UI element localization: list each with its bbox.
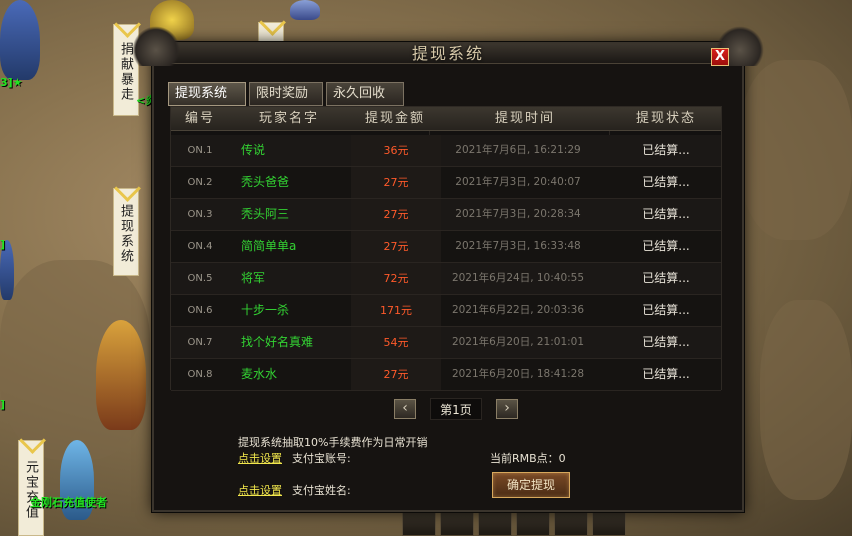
cell-player-name: 秃头阿三 [241, 207, 290, 221]
cell-player-name: 将军 [241, 271, 266, 285]
cell-time: 2021年6月20日, 18:41:28 [451, 368, 585, 380]
cell-status: 已结算... [642, 335, 690, 349]
tab-limited-reward[interactable]: 限时奖励 [249, 82, 323, 106]
cell-number: ON.3 [187, 209, 213, 220]
cell-number: ON.7 [187, 337, 213, 348]
cell-time: 2021年7月3日, 20:40:07 [455, 176, 581, 188]
cell-status: 已结算... [642, 175, 690, 189]
cell-number: ON.6 [187, 305, 213, 316]
skill-slot[interactable] [440, 512, 474, 536]
alipay-name-label: 支付宝姓名: [292, 484, 351, 497]
npc-banner-withdraw[interactable]: 提现系统 [113, 188, 139, 276]
confirm-withdraw-button[interactable]: 确定提现 [492, 472, 570, 498]
cell-time: 2021年6月22日, 20:03:36 [451, 304, 585, 316]
table-row[interactable]: ON.7 找个好名真难 54元 2021年6月20日, 21:01:01 已结算… [171, 327, 721, 359]
prev-page-button[interactable]: ‹ [394, 399, 416, 419]
cell-time: 2021年7月3日, 20:28:34 [455, 208, 581, 220]
cell-amount: 72元 [351, 263, 441, 294]
ground-patch [760, 300, 852, 500]
cell-status: 已结算... [642, 271, 690, 285]
skill-slot[interactable] [478, 512, 512, 536]
cell-amount: 54元 [351, 327, 441, 358]
npc-figure[interactable] [96, 320, 146, 430]
next-page-button[interactable]: › [496, 399, 518, 419]
cell-amount: 36元 [351, 135, 441, 166]
cell-player-name: 简简单单a [241, 239, 297, 253]
ground-patch [740, 60, 852, 240]
title-bar[interactable]: 提现系统 [132, 26, 764, 66]
npc-figure[interactable] [0, 0, 40, 80]
cell-player-name: 找个好名真难 [241, 335, 314, 349]
npc-figure[interactable] [290, 0, 320, 20]
tab-withdraw-system[interactable]: 提现系统 [168, 82, 246, 106]
cell-status: 已结算... [642, 367, 690, 381]
close-button[interactable]: X [711, 48, 729, 66]
tab-bar: 提现系统 限时奖励 永久回收 [168, 82, 404, 106]
table-row[interactable]: ON.4 简简单单a 27元 2021年7月3日, 16:33:48 已结算..… [171, 231, 721, 263]
withdraw-table: 编号 玩家名字 提现金额 提现时间 提现状态 ON.1 传说 36元 2021年… [170, 106, 722, 391]
cell-amount: 27元 [351, 167, 441, 198]
cell-player-name: 秃头爸爸 [241, 175, 290, 189]
cell-time: 2021年7月6日, 16:21:29 [455, 144, 581, 156]
cell-number: ON.2 [187, 177, 213, 188]
player-tag: ] [0, 398, 6, 411]
cell-status: 已结算... [642, 303, 690, 317]
table-row[interactable]: ON.1 传说 36元 2021年7月6日, 16:21:29 已结算... [171, 135, 721, 167]
table-body: ON.1 传说 36元 2021年7月6日, 16:21:29 已结算... O… [171, 135, 721, 391]
cell-status: 已结算... [642, 143, 690, 157]
set-name-link[interactable]: 点击设置 [238, 482, 282, 498]
header-number: 编号 [184, 111, 215, 126]
skill-slot[interactable] [516, 512, 550, 536]
player-tag: 3]★ [0, 76, 23, 89]
cell-number: ON.8 [187, 369, 213, 380]
set-account-link[interactable]: 点击设置 [238, 450, 282, 466]
table-row[interactable]: ON.6 十步一杀 171元 2021年6月22日, 20:03:36 已结算.… [171, 295, 721, 327]
cell-amount: 27元 [351, 199, 441, 230]
header-time: 提现时间 [494, 111, 555, 126]
alipay-account-label: 支付宝账号: [292, 452, 351, 465]
skill-slot[interactable] [592, 512, 626, 536]
cell-time: 2021年7月3日, 16:33:48 [455, 240, 581, 252]
tab-permanent-recycle[interactable]: 永久回收 [326, 82, 404, 106]
rmb-balance: 当前RMB点：0 [490, 452, 566, 465]
header-status: 提现状态 [635, 111, 696, 126]
cell-number: ON.1 [187, 145, 213, 156]
cell-amount: 27元 [351, 231, 441, 262]
npc-name-label: 金刚石充值使者 [30, 496, 107, 509]
npc-banner-ingot[interactable]: 元宝充值 [18, 440, 44, 536]
header-player-name: 玩家名字 [258, 111, 319, 126]
table-row[interactable]: ON.3 秃头阿三 27元 2021年7月3日, 20:28:34 已结算... [171, 199, 721, 231]
pagination: ‹ 第1页 › [394, 398, 518, 420]
page-indicator: 第1页 [430, 398, 482, 420]
withdraw-window: 提现系统 X 提现系统 限时奖励 永久回收 编号 玩家名字 提现金额 提现时间 … [132, 26, 764, 512]
cell-player-name: 麦水水 [241, 367, 278, 381]
cell-player-name: 十步一杀 [241, 303, 290, 317]
table-header: 编号 玩家名字 提现金额 提现时间 提现状态 [171, 107, 721, 131]
table-row[interactable]: ON.2 秃头爸爸 27元 2021年7月3日, 20:40:07 已结算... [171, 167, 721, 199]
skill-slot[interactable] [402, 512, 436, 536]
window-title: 提现系统 [411, 44, 484, 63]
cell-number: ON.4 [187, 241, 213, 252]
cell-status: 已结算... [642, 207, 690, 221]
header-amount: 提现金额 [364, 111, 425, 126]
table-row[interactable]: ON.5 将军 72元 2021年6月24日, 10:40:55 已结算... [171, 263, 721, 295]
cell-status: 已结算... [642, 239, 690, 253]
cell-time: 2021年6月20日, 21:01:01 [451, 336, 585, 348]
cell-player-name: 传说 [241, 143, 266, 157]
fee-notice: 提现系统抽取10%手续费作为日常开销 [238, 436, 428, 449]
cell-amount: 171元 [351, 295, 441, 326]
cell-time: 2021年6月24日, 10:40:55 [451, 272, 585, 284]
skill-slot[interactable] [554, 512, 588, 536]
cell-amount: 27元 [351, 359, 441, 390]
table-row[interactable]: ON.8 麦水水 27元 2021年6月20日, 18:41:28 已结算... [171, 359, 721, 391]
cell-number: ON.5 [187, 273, 213, 284]
player-tag: ] [0, 238, 6, 251]
